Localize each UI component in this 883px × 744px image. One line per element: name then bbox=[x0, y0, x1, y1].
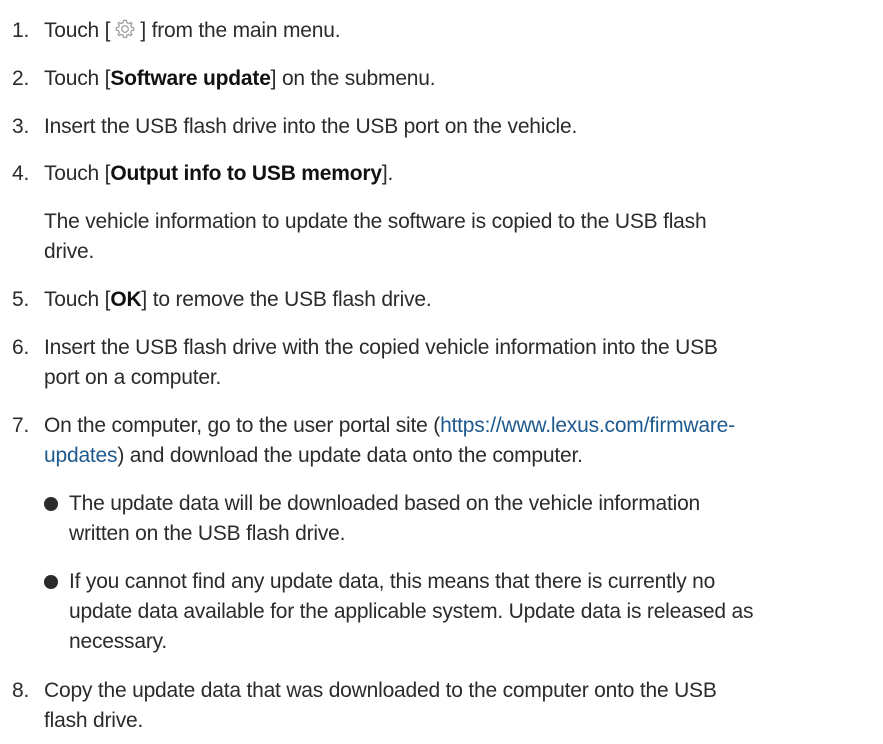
step-line: Insert the USB flash drive with the copi… bbox=[44, 336, 718, 359]
menu-item-output-info: Output info to USB memory bbox=[110, 162, 382, 185]
button-label-ok: OK bbox=[110, 288, 142, 311]
bullet-line: written on the USB flash drive. bbox=[69, 522, 346, 545]
step-number: 2. bbox=[12, 67, 30, 90]
step-text-post: ] from the main menu. bbox=[140, 19, 341, 42]
step-text: Copy the update data that was downloaded… bbox=[44, 676, 864, 736]
step-line: On the computer, go to the user portal s… bbox=[44, 411, 864, 441]
step-text-pre: Touch [ bbox=[44, 19, 111, 42]
step-number: 7. bbox=[12, 414, 30, 437]
step-number: 5. bbox=[12, 288, 30, 311]
step-text: Insert the USB flash drive with the copi… bbox=[44, 333, 864, 393]
portal-link-continued[interactable]: updates bbox=[44, 444, 118, 467]
step-number: 4. bbox=[12, 162, 30, 185]
step-text: Touch [Software update] on the submenu. bbox=[44, 64, 864, 94]
bullet-text: The update data will be downloaded based… bbox=[69, 489, 849, 549]
step-number: 3. bbox=[12, 115, 30, 138]
step-text-pre: Touch [ bbox=[44, 67, 111, 90]
step-text: On the computer, go to the user portal s… bbox=[44, 411, 864, 471]
step-line: Copy the update data that was downloaded… bbox=[44, 679, 717, 702]
bullet-icon bbox=[44, 575, 58, 589]
step-text-pre: Touch [ bbox=[44, 288, 111, 311]
bullet-line: necessary. bbox=[69, 630, 167, 653]
step-text-pre: On the computer, go to the user portal s… bbox=[44, 414, 441, 437]
step-line: updates) and download the update data on… bbox=[44, 441, 864, 471]
step-text-post: ]. bbox=[381, 162, 394, 185]
bullet-line: update data available for the applicable… bbox=[69, 600, 754, 623]
step-text-post: ] on the submenu. bbox=[270, 67, 436, 90]
step-4-note: The vehicle information to update the so… bbox=[44, 207, 824, 267]
menu-item-software-update: Software update bbox=[110, 67, 271, 90]
step-text-post: ) and download the update data onto the … bbox=[117, 444, 583, 467]
bullet-icon bbox=[44, 497, 58, 511]
step-number: 6. bbox=[12, 336, 30, 359]
step-number: 8. bbox=[12, 679, 30, 702]
step-text: Insert the USB flash drive into the USB … bbox=[44, 115, 578, 138]
gear-icon bbox=[116, 19, 135, 39]
step-line: port on a computer. bbox=[44, 366, 222, 389]
bullet-text: If you cannot find any update data, this… bbox=[69, 567, 849, 657]
note-line: drive. bbox=[44, 240, 95, 263]
step-text-pre: Touch [ bbox=[44, 162, 111, 185]
step-text: Touch [ ] from the main menu. bbox=[44, 16, 864, 46]
note-line: The vehicle information to update the so… bbox=[44, 210, 707, 233]
step-text: Touch [OK] to remove the USB flash drive… bbox=[44, 285, 864, 315]
step-text: Touch [Output info to USB memory]. bbox=[44, 159, 864, 189]
bullet-line: If you cannot find any update data, this… bbox=[69, 570, 716, 593]
step-line: flash drive. bbox=[44, 709, 144, 732]
step-number: 1. bbox=[12, 19, 30, 42]
portal-link[interactable]: https://www.lexus.com/firmware- bbox=[440, 414, 735, 437]
step-text-post: ] to remove the USB flash drive. bbox=[141, 288, 432, 311]
bullet-line: The update data will be downloaded based… bbox=[69, 492, 701, 515]
instruction-document: 1. Touch [ ] from the main menu. 2. Touc… bbox=[0, 0, 883, 744]
